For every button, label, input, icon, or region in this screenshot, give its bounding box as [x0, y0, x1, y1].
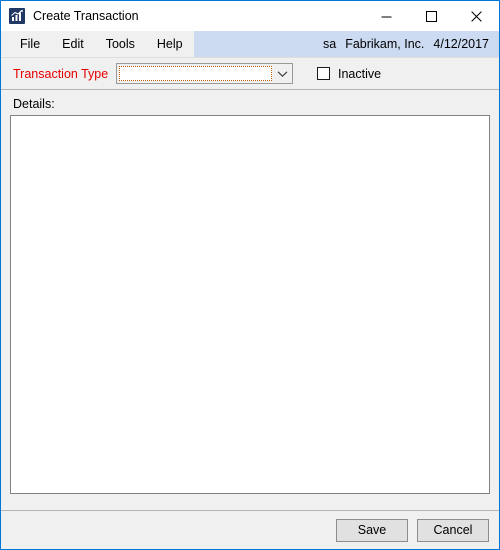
create-transaction-window: Create Transaction File Edit Tools Help …: [0, 0, 500, 550]
maximize-icon: [426, 10, 437, 22]
transaction-type-combobox[interactable]: [116, 63, 293, 84]
status-user: sa: [323, 37, 337, 51]
save-button[interactable]: Save: [336, 518, 408, 542]
close-button[interactable]: [454, 1, 499, 31]
details-label: Details:: [13, 97, 55, 111]
close-icon: [471, 10, 482, 22]
cancel-button[interactable]: Cancel: [417, 518, 489, 542]
window-controls: [364, 1, 499, 31]
status-date: 4/12/2017: [433, 37, 489, 51]
minimize-button[interactable]: [364, 1, 409, 31]
panel-spacer: [1, 494, 499, 510]
menu-item-file[interactable]: File: [9, 31, 51, 57]
menu-bar: File Edit Tools Help sa Fabrikam, Inc. 4…: [1, 31, 499, 58]
minimize-icon: [381, 16, 392, 17]
bar-chart-icon: [9, 8, 25, 24]
menu-items: File Edit Tools Help: [1, 31, 194, 57]
client-area: Transaction Type Inactive Details:: [1, 58, 499, 510]
dialog-button-bar: Save Cancel: [1, 510, 499, 549]
inactive-checkbox[interactable]: [317, 67, 330, 80]
details-panel[interactable]: [10, 115, 490, 494]
transaction-type-label: Transaction Type: [13, 66, 109, 81]
chevron-down-icon[interactable]: [272, 64, 292, 83]
transaction-type-input[interactable]: [119, 66, 272, 81]
menu-item-edit[interactable]: Edit: [51, 31, 95, 57]
inactive-checkbox-label: Inactive: [338, 66, 382, 81]
inactive-checkbox-wrapper[interactable]: Inactive: [317, 67, 381, 81]
status-company: Fabrikam, Inc.: [345, 37, 425, 51]
maximize-button[interactable]: [409, 1, 454, 31]
menu-item-tools[interactable]: Tools: [95, 31, 146, 57]
transaction-type-row: Transaction Type Inactive: [1, 58, 499, 90]
status-strip: sa Fabrikam, Inc. 4/12/2017: [193, 31, 499, 57]
title-bar[interactable]: Create Transaction: [1, 1, 499, 31]
menu-item-help[interactable]: Help: [146, 31, 194, 57]
window-title: Create Transaction: [33, 9, 139, 23]
